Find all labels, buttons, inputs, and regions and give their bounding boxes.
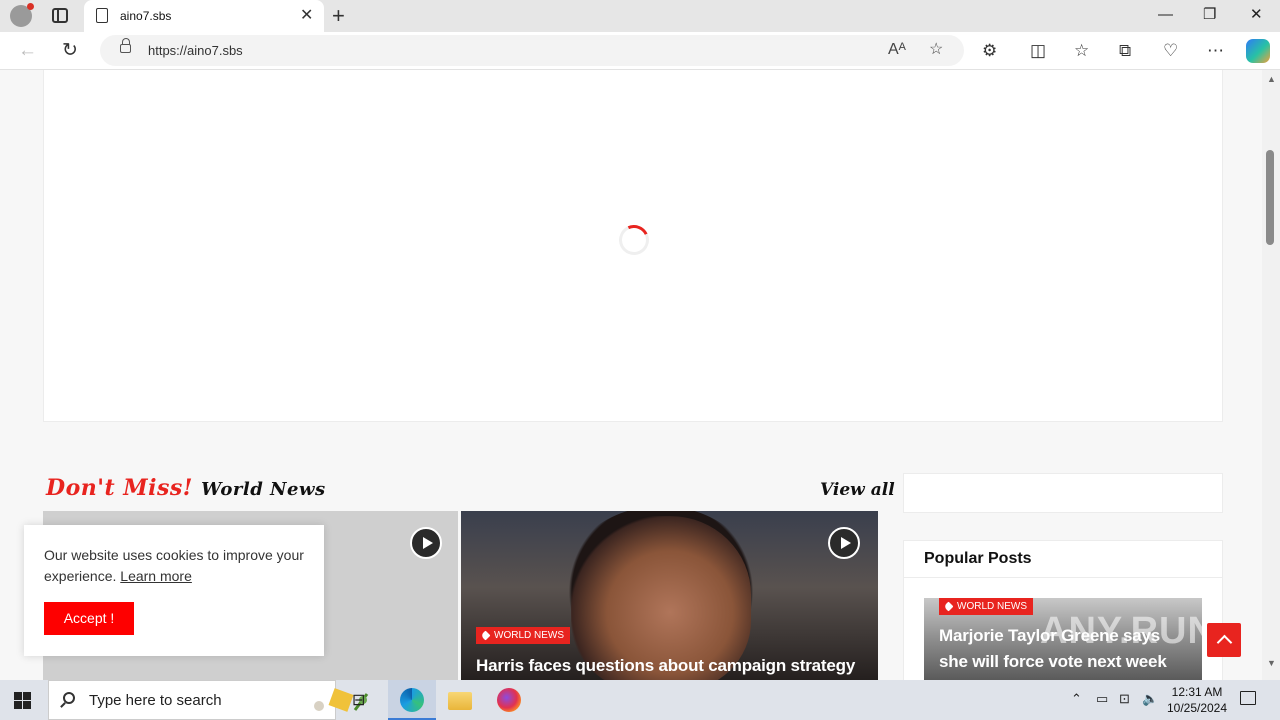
popular-posts-title: Popular Posts <box>924 550 1032 567</box>
split-screen-icon[interactable]: ◫ <box>1030 40 1046 62</box>
section-title-label: World News <box>201 479 326 500</box>
browser-toolbar: ← ↻ https://aino7.sbs Aᴬ ☆ ⚙ ◫ ☆ ⧉ ♡ ⋯ <box>0 32 1280 70</box>
divider <box>904 577 1222 578</box>
scroll-to-top-button[interactable] <box>1207 623 1241 657</box>
task-view-icon[interactable]: ⊟ <box>352 690 365 710</box>
category-badge[interactable]: World News <box>476 627 570 644</box>
scroll-thumb[interactable] <box>1266 150 1274 245</box>
window-close-icon[interactable]: ✕ <box>1250 5 1263 25</box>
taskbar-search[interactable]: Type here to search <box>48 680 369 720</box>
search-placeholder[interactable]: Type here to search <box>89 692 222 709</box>
battery-icon[interactable]: ▭ <box>1096 691 1108 707</box>
file-explorer-icon[interactable] <box>448 692 472 710</box>
edge-icon[interactable] <box>400 688 424 712</box>
scroll-up-icon[interactable]: ▲ <box>1267 74 1276 84</box>
new-tab-icon[interactable]: + <box>332 3 345 29</box>
scrollbar[interactable]: ▲ ▼ <box>1262 70 1280 680</box>
cookie-message: Our website uses cookies to improve your… <box>44 545 309 587</box>
favorites-icon[interactable]: ☆ <box>1074 40 1089 62</box>
volume-icon[interactable]: 🔈 <box>1142 691 1158 707</box>
taskbar: Type here to search ⊟ ⌃ ▭ ⊡ 🔈 12:31 AM 1… <box>0 680 1280 720</box>
loading-area <box>43 70 1223 422</box>
page-icon <box>96 8 108 23</box>
section-title: Don't Miss! World News <box>46 475 326 501</box>
back-icon[interactable]: ← <box>18 39 37 63</box>
collections-icon[interactable]: ⧉ <box>1119 40 1131 62</box>
category-badge[interactable]: World News <box>939 598 1033 615</box>
tab-actions-icon[interactable] <box>52 8 68 23</box>
clock[interactable]: 12:31 AM 10/25/2024 <box>1160 684 1234 716</box>
tab-bar: aino7.sbs ✕ + — ❐ ✕ <box>0 0 1280 32</box>
cookie-banner: Our website uses cookies to improve your… <box>24 525 324 656</box>
browser-tab[interactable]: aino7.sbs ✕ <box>84 0 324 32</box>
favorite-star-icon[interactable]: ☆ <box>929 40 943 60</box>
more-options-icon[interactable]: ⋯ <box>1207 40 1224 62</box>
notifications-icon[interactable] <box>1240 691 1256 705</box>
browser-essentials-icon[interactable]: ♡ <box>1163 40 1178 62</box>
accept-cookies-button[interactable]: Accept ! <box>44 602 134 635</box>
refresh-icon[interactable]: ↻ <box>62 39 78 63</box>
loading-spinner <box>614 220 654 260</box>
extensions-icon[interactable]: ⚙ <box>982 40 997 62</box>
news-card[interactable]: World News Harris faces questions about … <box>461 511 878 680</box>
lock-icon[interactable] <box>120 38 131 53</box>
tab-title: aino7.sbs <box>120 9 172 23</box>
read-aloud-icon[interactable]: Aᴬ <box>888 40 906 60</box>
watermark-logo: ANY.RUN <box>1040 610 1216 652</box>
card-title[interactable]: Harris faces questions about campaign st… <box>476 653 871 680</box>
play-icon[interactable] <box>410 527 442 559</box>
copilot-icon[interactable] <box>1246 39 1270 63</box>
search-icon <box>63 692 75 704</box>
sidebar-widget <box>903 473 1223 513</box>
view-all-link[interactable]: View all <box>820 480 895 500</box>
scroll-down-icon[interactable]: ▼ <box>1267 658 1276 668</box>
restore-icon[interactable]: ❐ <box>1203 5 1216 25</box>
clock-date: 10/25/2024 <box>1166 701 1228 715</box>
url-text[interactable]: https://aino7.sbs <box>148 43 243 58</box>
windows-start-icon[interactable] <box>14 692 31 709</box>
page-viewport: Don't Miss! World News View all World Ne… <box>0 70 1262 680</box>
show-hidden-icons-icon[interactable]: ⌃ <box>1071 691 1082 707</box>
network-icon[interactable]: ⊡ <box>1119 691 1130 707</box>
tab-close-icon[interactable]: ✕ <box>300 6 313 26</box>
section-title-highlight: Don't Miss! <box>46 475 193 501</box>
profile-icon[interactable] <box>10 3 34 27</box>
learn-more-link[interactable]: Learn more <box>120 568 192 584</box>
minimize-icon[interactable]: — <box>1158 5 1173 25</box>
play-icon[interactable] <box>828 527 860 559</box>
clock-time: 12:31 AM <box>1171 685 1223 699</box>
address-bar[interactable]: https://aino7.sbs Aᴬ ☆ <box>100 35 964 66</box>
firefox-icon[interactable] <box>497 688 521 712</box>
